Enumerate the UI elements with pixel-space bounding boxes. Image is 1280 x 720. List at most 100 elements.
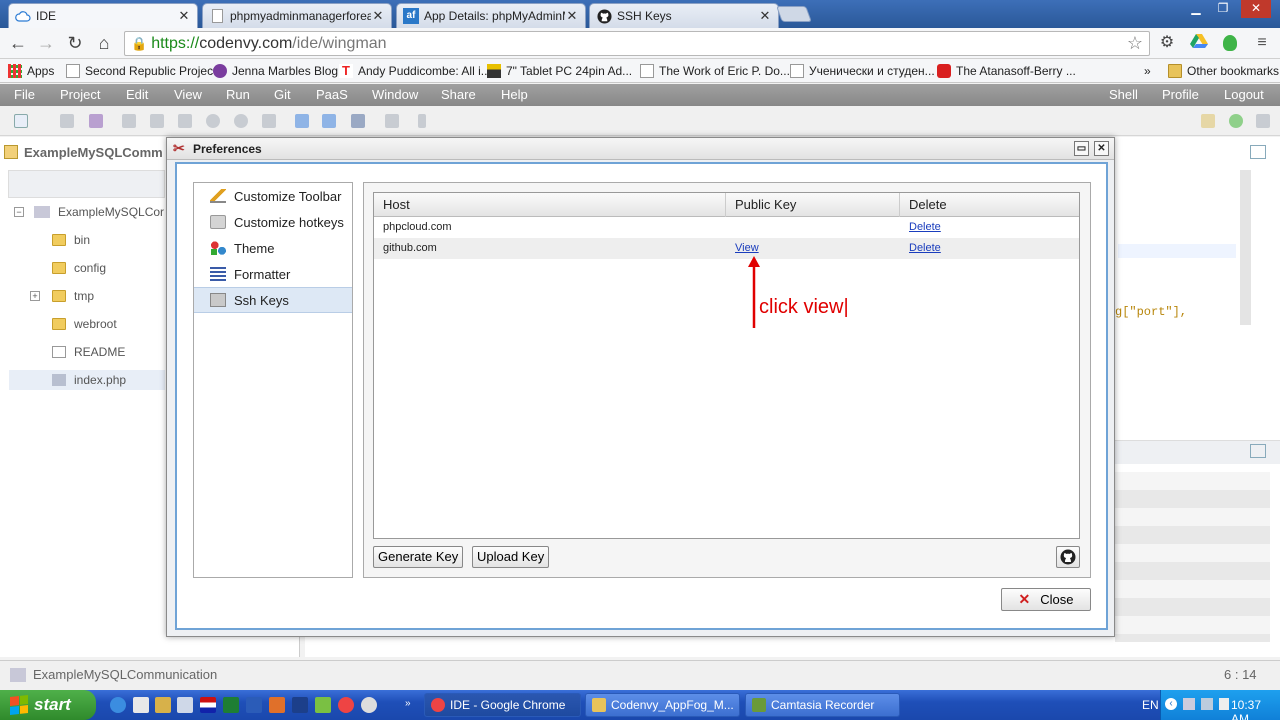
format-icon[interactable] xyxy=(351,114,365,128)
tree-item-folder[interactable]: config xyxy=(52,261,106,275)
bookmark-item[interactable]: Ученически и студен... xyxy=(790,62,935,80)
sidebar-item-customize-hotkeys[interactable]: Customize hotkeys xyxy=(194,209,352,235)
sidebar-item-ssh-keys[interactable]: Ssh Keys xyxy=(194,287,352,313)
delete-link[interactable]: Delete xyxy=(900,217,941,238)
chrome-menu-icon[interactable]: ≡ xyxy=(1252,33,1272,53)
language-indicator[interactable]: EN xyxy=(1142,698,1159,712)
photoshop-icon[interactable] xyxy=(292,697,308,713)
redo-icon[interactable] xyxy=(262,114,276,128)
dialog-close-icon[interactable]: ✕ xyxy=(1094,141,1109,156)
address-bar[interactable]: 🔒 https://codenvy.com/ide/wingman ☆ xyxy=(124,31,1150,56)
browser-tab-ide[interactable]: IDE ✕ xyxy=(8,3,198,28)
save-icon[interactable] xyxy=(60,114,74,128)
show-desktop-icon[interactable] xyxy=(177,697,193,713)
paste-icon[interactable] xyxy=(178,114,192,128)
tree-item-folder[interactable]: + tmp xyxy=(30,289,94,303)
restore-window-button[interactable]: ❐ xyxy=(1210,0,1236,18)
close-icon[interactable]: ✕ xyxy=(758,8,772,24)
taskbar-button-chrome[interactable]: IDE - Google Chrome xyxy=(424,693,581,717)
taskbar-button-camtasia[interactable]: Camtasia Recorder xyxy=(745,693,900,717)
bookmark-item[interactable]: 7" Tablet PC 24pin Ad... xyxy=(487,62,632,80)
reload-button[interactable]: ↻ xyxy=(63,32,87,56)
media-player-icon[interactable] xyxy=(361,697,377,713)
delete-icon[interactable] xyxy=(206,114,220,128)
minimize-window-button[interactable]: ▁ xyxy=(1183,0,1209,18)
menu-edit[interactable]: Edit xyxy=(126,87,148,102)
chrome-icon[interactable] xyxy=(338,697,354,713)
sidebar-item-customize-toolbar[interactable]: Customize Toolbar xyxy=(194,183,352,209)
new-tab-button[interactable] xyxy=(776,6,812,22)
drive-icon[interactable] xyxy=(1189,33,1209,53)
tree-item-file[interactable]: README xyxy=(52,345,125,359)
menu-help[interactable]: Help xyxy=(501,87,528,102)
column-header-public-key[interactable]: Public Key xyxy=(726,193,900,217)
browser-tab-phpmyadmin[interactable]: phpmyadminmanagerforeast ✕ xyxy=(202,3,392,28)
close-window-button[interactable]: ✕ xyxy=(1241,0,1271,18)
menu-shell[interactable]: Shell xyxy=(1109,87,1138,102)
word-icon[interactable] xyxy=(246,697,262,713)
menu-view[interactable]: View xyxy=(174,87,202,102)
sidebar-item-theme[interactable]: Theme xyxy=(194,235,352,261)
bookmark-item[interactable]: T Andy Puddicombe: All i... xyxy=(339,62,491,80)
editor-scrollbar[interactable] xyxy=(1240,170,1251,325)
evernote-icon[interactable] xyxy=(1220,33,1240,53)
maximize-icon[interactable] xyxy=(1250,145,1266,159)
tree-item-folder[interactable]: bin xyxy=(52,233,90,247)
powerpoint-icon[interactable] xyxy=(269,697,285,713)
bookmark-apps[interactable]: Apps xyxy=(8,62,54,80)
menu-git[interactable]: Git xyxy=(274,87,291,102)
run-icon[interactable] xyxy=(1229,114,1243,128)
column-header-delete[interactable]: Delete xyxy=(900,193,1079,217)
close-icon[interactable]: ✕ xyxy=(177,8,191,24)
forward-button[interactable]: → xyxy=(34,32,58,56)
dialog-title-bar[interactable]: ✂ Preferences ▭ ✕ xyxy=(167,138,1114,160)
menu-project[interactable]: Project xyxy=(60,87,100,102)
safely-remove-icon[interactable] xyxy=(1219,698,1229,710)
preview-icon[interactable] xyxy=(385,114,399,128)
generate-key-button[interactable]: Generate Key xyxy=(373,546,464,568)
menu-paas[interactable]: PaaS xyxy=(316,87,348,102)
ie-icon[interactable] xyxy=(110,697,126,713)
new-file-icon[interactable] xyxy=(14,114,28,128)
more-bookmarks-button[interactable]: » xyxy=(1144,62,1151,80)
quicklaunch-expand-icon[interactable]: » xyxy=(405,698,411,709)
menu-logout[interactable]: Logout xyxy=(1224,87,1264,102)
menu-profile[interactable]: Profile xyxy=(1162,87,1199,102)
back-button[interactable]: ← xyxy=(6,32,30,56)
settings-gear-icon[interactable]: ⚙ xyxy=(1157,33,1177,53)
close-icon[interactable]: ✕ xyxy=(565,8,579,24)
bookmark-item[interactable]: The Atanasoff-Berry ... xyxy=(937,62,1076,80)
tree-item-file[interactable]: index.php xyxy=(52,373,126,387)
debug-icon[interactable] xyxy=(1256,114,1270,128)
quicklaunch-icon[interactable] xyxy=(315,697,331,713)
quicklaunch-icon[interactable] xyxy=(133,697,149,713)
bookmark-star-icon[interactable]: ☆ xyxy=(1127,33,1143,54)
taskbar-button-folder[interactable]: Codenvy_AppFog_M... xyxy=(585,693,740,717)
other-bookmarks-folder[interactable]: Other bookmarks xyxy=(1168,62,1279,80)
uk-flag-icon[interactable] xyxy=(200,697,216,713)
tree-item-folder[interactable]: webroot xyxy=(52,317,117,331)
github-key-button[interactable] xyxy=(1056,546,1080,568)
quicklaunch-icon[interactable] xyxy=(155,697,171,713)
tray-expand-icon[interactable]: ‹ xyxy=(1165,698,1177,710)
search-icon[interactable] xyxy=(234,114,248,128)
column-header-host[interactable]: Host xyxy=(374,193,726,217)
home-button[interactable]: ⌂ xyxy=(92,32,116,56)
copy-icon[interactable] xyxy=(150,114,164,128)
close-icon[interactable]: ✕ xyxy=(371,8,385,24)
clock[interactable]: 10:37 AM xyxy=(1231,698,1280,720)
arrow-left-icon[interactable] xyxy=(295,114,309,128)
bookmark-item[interactable]: The Work of Eric P. Do... xyxy=(640,62,790,80)
browser-tab-appfog[interactable]: af App Details: phpMyAdminMar ✕ xyxy=(396,3,586,28)
save-all-icon[interactable] xyxy=(89,114,103,128)
arrow-right-icon[interactable] xyxy=(322,114,336,128)
maximize-icon[interactable] xyxy=(1250,444,1266,458)
bookmark-item[interactable]: Second Republic Project xyxy=(66,62,216,80)
menu-share[interactable]: Share xyxy=(441,87,476,102)
network-icon[interactable] xyxy=(1183,698,1195,710)
menu-file[interactable]: File xyxy=(14,87,35,102)
excel-icon[interactable] xyxy=(223,697,239,713)
tree-item-project[interactable]: − ExampleMySQLCor xyxy=(14,205,164,219)
menu-window[interactable]: Window xyxy=(372,87,418,102)
bookmark-item[interactable]: Jenna Marbles Blog xyxy=(213,62,338,80)
